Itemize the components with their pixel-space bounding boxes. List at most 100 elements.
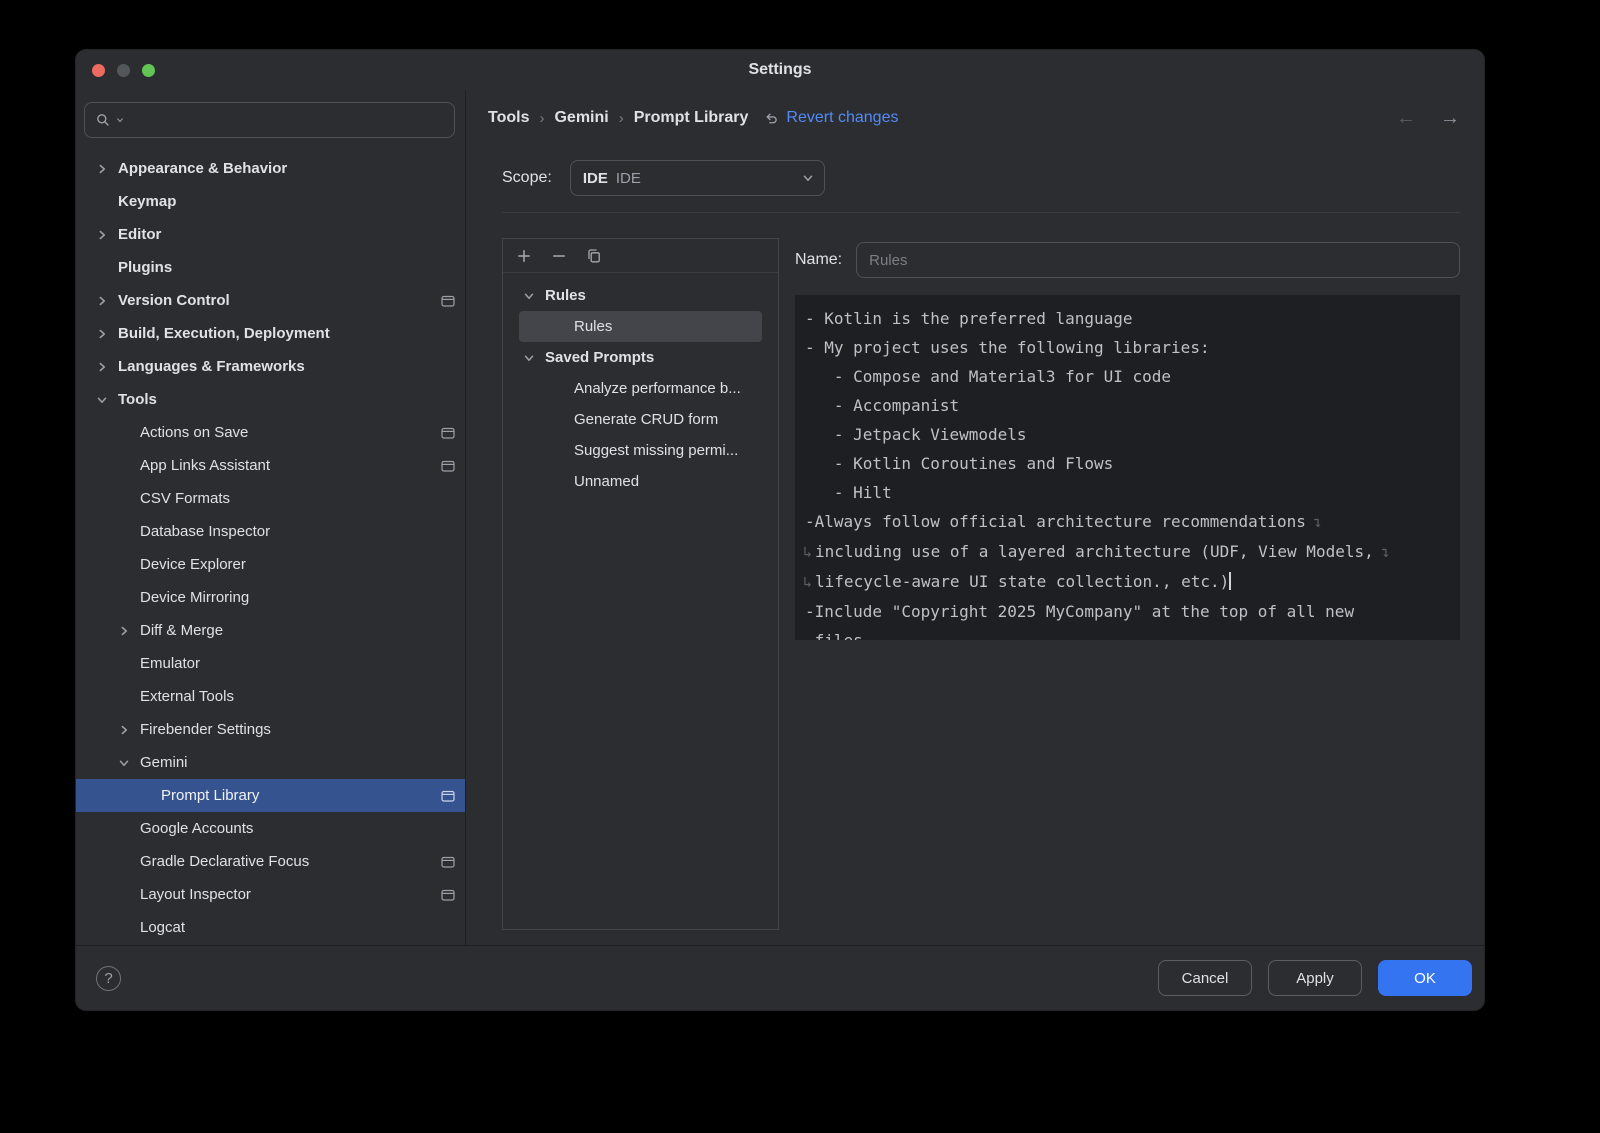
dialog-footer: ? Cancel Apply OK — [76, 945, 1484, 1010]
sidebar-item-label: Languages & Frameworks — [118, 358, 305, 375]
sidebar-item-csv-formats[interactable]: CSV Formats — [76, 482, 465, 515]
breadcrumb-tools[interactable]: Tools — [488, 109, 529, 127]
close-button[interactable] — [92, 64, 105, 77]
soft-wrap-icon: ↴ — [1381, 543, 1390, 561]
remove-prompt-button[interactable] — [551, 248, 567, 264]
sidebar-item-prompt-library[interactable]: Prompt Library — [76, 779, 465, 812]
settings-tree: Appearance & Behavior Keymap Editor Plug… — [76, 152, 465, 945]
sidebar-item-layout-inspector[interactable]: Layout Inspector — [76, 878, 465, 911]
scope-dropdown[interactable]: IDE IDE — [570, 160, 825, 196]
breadcrumb: Tools › Gemini › Prompt Library — [488, 109, 748, 127]
breadcrumb-gemini[interactable]: Gemini — [554, 109, 608, 127]
editor-line: -Always follow official architecture rec… — [805, 507, 1450, 537]
sidebar-item-app-links-assistant[interactable]: App Links Assistant — [76, 449, 465, 482]
prompt-name-label: Name: — [795, 251, 842, 269]
chevron-down-icon[interactable] — [118, 757, 130, 769]
sidebar-item-version-control[interactable]: Version Control — [76, 284, 465, 317]
prompt-item-unnamed[interactable]: Unnamed — [503, 466, 778, 497]
editor-line: - My project uses the following librarie… — [805, 333, 1450, 362]
editor-line: - Accompanist — [805, 391, 1450, 420]
sidebar-item-build-execution-deployment[interactable]: Build, Execution, Deployment — [76, 317, 465, 350]
prompt-detail-panel: Name: - Kotlin is the preferred language… — [795, 238, 1460, 930]
settings-search-input[interactable] — [84, 102, 455, 138]
sidebar-item-label: CSV Formats — [140, 490, 230, 507]
window-title: Settings — [748, 61, 811, 79]
titlebar: Settings — [76, 50, 1484, 90]
sidebar-item-label: Emulator — [140, 655, 200, 672]
revert-icon — [764, 111, 779, 126]
sidebar-item-actions-on-save[interactable]: Actions on Save — [76, 416, 465, 449]
revert-changes-link[interactable]: Revert changes — [764, 109, 898, 127]
text-cursor — [1229, 572, 1231, 590]
prompt-name-input[interactable] — [856, 242, 1460, 278]
cancel-button[interactable]: Cancel — [1158, 960, 1252, 996]
editor-line: - Hilt — [805, 478, 1450, 507]
chevron-right-icon[interactable] — [96, 328, 108, 340]
sidebar-item-google-accounts[interactable]: Google Accounts — [76, 812, 465, 845]
chevron-right-icon[interactable] — [96, 229, 108, 241]
sidebar-item-keymap[interactable]: Keymap — [76, 185, 465, 218]
search-history-chevron-icon — [116, 116, 124, 124]
sidebar-item-gradle-declarative-focus[interactable]: Gradle Declarative Focus — [76, 845, 465, 878]
chevron-down-icon[interactable] — [523, 352, 535, 364]
sidebar-item-languages-frameworks[interactable]: Languages & Frameworks — [76, 350, 465, 383]
editor-line: files — [805, 626, 1450, 640]
sidebar-item-appearance-behavior[interactable]: Appearance & Behavior — [76, 152, 465, 185]
minimize-button[interactable] — [117, 64, 130, 77]
chevron-right-icon[interactable] — [96, 361, 108, 373]
sidebar-item-database-inspector[interactable]: Database Inspector — [76, 515, 465, 548]
sidebar-item-label: Actions on Save — [140, 424, 248, 441]
prompt-content-editor[interactable]: - Kotlin is the preferred language - My … — [795, 295, 1460, 640]
sidebar-item-plugins[interactable]: Plugins — [76, 251, 465, 284]
prompt-item-generate-crud-form[interactable]: Generate CRUD form — [503, 404, 778, 435]
prompt-group-label: Saved Prompts — [545, 349, 654, 366]
sidebar-item-external-tools[interactable]: External Tools — [76, 680, 465, 713]
editor-line: -Include "Copyright 2025 MyCompany" at t… — [805, 597, 1450, 626]
sidebar-item-device-explorer[interactable]: Device Explorer — [76, 548, 465, 581]
prompt-item-analyze-performance[interactable]: Analyze performance b... — [503, 373, 778, 404]
prompt-item-label: Suggest missing permi... — [574, 442, 738, 459]
chevron-right-icon[interactable] — [118, 625, 130, 637]
sidebar-item-emulator[interactable]: Emulator — [76, 647, 465, 680]
add-prompt-button[interactable] — [516, 248, 532, 264]
navigate-back-icon[interactable]: ← — [1396, 108, 1416, 128]
prompt-item-suggest-missing-permissions[interactable]: Suggest missing permi... — [503, 435, 778, 466]
ok-button[interactable]: OK — [1378, 960, 1472, 996]
sidebar-item-tools[interactable]: Tools — [76, 383, 465, 416]
chevron-right-icon[interactable] — [96, 163, 108, 175]
prompt-item-label: Generate CRUD form — [574, 411, 718, 428]
chevron-down-icon[interactable] — [96, 394, 108, 406]
sidebar-item-label: Editor — [118, 226, 161, 243]
chevron-right-icon[interactable] — [118, 724, 130, 736]
sidebar-item-label: Layout Inspector — [140, 886, 251, 903]
help-button[interactable]: ? — [96, 966, 121, 991]
sidebar-item-label: Logcat — [140, 919, 185, 936]
ide-config-icon — [441, 856, 455, 868]
sidebar-item-gemini[interactable]: Gemini — [76, 746, 465, 779]
ide-config-icon — [441, 889, 455, 901]
sidebar-item-label: Version Control — [118, 292, 230, 309]
prompt-item-rules[interactable]: Rules — [519, 311, 762, 342]
ide-config-icon — [441, 295, 455, 307]
chevron-down-icon[interactable] — [523, 290, 535, 302]
sidebar-item-diff-merge[interactable]: Diff & Merge — [76, 614, 465, 647]
sidebar-item-editor[interactable]: Editor — [76, 218, 465, 251]
breadcrumb-separator: › — [539, 110, 544, 127]
editor-line: - Compose and Material3 for UI code — [805, 362, 1450, 391]
sidebar-item-logcat[interactable]: Logcat — [76, 911, 465, 944]
editor-line: - Kotlin Coroutines and Flows — [805, 449, 1450, 478]
revert-changes-label: Revert changes — [786, 109, 898, 127]
chevron-right-icon[interactable] — [96, 295, 108, 307]
scope-selected-prefix: IDE — [583, 170, 608, 187]
zoom-button[interactable] — [142, 64, 155, 77]
sidebar-item-device-mirroring[interactable]: Device Mirroring — [76, 581, 465, 614]
apply-button[interactable]: Apply — [1268, 960, 1362, 996]
navigate-forward-icon[interactable]: → — [1440, 108, 1460, 128]
sidebar-item-label: Appearance & Behavior — [118, 160, 287, 177]
main-panel: Tools › Gemini › Prompt Library Revert c… — [466, 90, 1484, 945]
sidebar-item-firebender-settings[interactable]: Firebender Settings — [76, 713, 465, 746]
settings-window: Settings Appearance & Behavior Keymap Ed… — [76, 50, 1484, 1010]
prompt-group-rules[interactable]: Rules — [503, 280, 778, 311]
prompt-group-saved-prompts[interactable]: Saved Prompts — [503, 342, 778, 373]
copy-prompt-button[interactable] — [586, 248, 602, 264]
